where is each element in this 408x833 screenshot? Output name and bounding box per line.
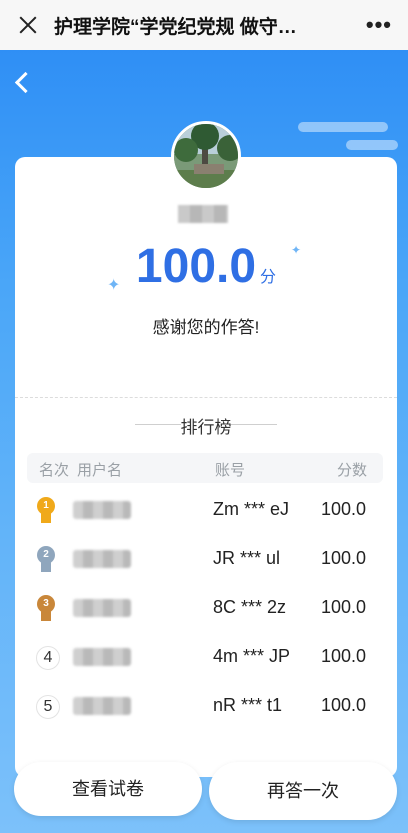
row-score: 100.0 [321, 548, 367, 568]
username-blurred [73, 697, 131, 715]
result-card: ✦ ✦ 100.0 分 感谢您的作答! 排行榜 名次 用户名 账号 分数 1 Zm… [15, 157, 397, 777]
row-account: JR *** ul [213, 548, 281, 568]
row-account: Zm *** eJ [213, 499, 290, 519]
rank-number: 5 [36, 695, 60, 719]
ranking-title: 排行榜 [15, 413, 397, 438]
decorative-cloud [346, 140, 398, 150]
view-paper-button[interactable]: 查看试卷 [14, 762, 202, 816]
rank-number: 4 [36, 646, 60, 670]
ranking-row: 2 JR *** ul 100.0 [27, 536, 383, 584]
thanks-message: 感谢您的作答! [152, 318, 260, 337]
score-display: 100.0 分 [15, 239, 397, 294]
header-score: 分数 [337, 462, 368, 479]
row-account: nR *** t1 [213, 695, 283, 715]
row-score: 100.0 [321, 597, 367, 617]
row-account: 8C *** 2z [213, 597, 287, 617]
row-score: 100.0 [321, 646, 367, 666]
top-nav-bar: 护理学院“学党纪党规 做守… ••• [0, 0, 408, 50]
row-score: 100.0 [321, 499, 367, 519]
silver-medal-icon: 2 [37, 546, 55, 572]
bronze-medal-icon: 3 [37, 595, 55, 621]
close-icon[interactable] [16, 13, 40, 37]
page-title: 护理学院“学党纪党规 做守… [54, 16, 297, 38]
more-options-icon[interactable]: ••• [366, 12, 392, 38]
header-account: 账号 [215, 462, 246, 479]
username-blurred [73, 550, 131, 568]
ranking-row: 5 nR *** t1 100.0 [27, 683, 383, 731]
ranking-row: 1 Zm *** eJ 100.0 [27, 487, 383, 535]
avatar [171, 121, 241, 191]
ranking-table-header: 名次 用户名 账号 分数 [27, 453, 383, 483]
ranking-row: 3 8C *** 2z 100.0 [27, 585, 383, 633]
user-name-blurred [178, 205, 228, 223]
gold-medal-icon: 1 [37, 497, 55, 523]
header-user: 用户名 [77, 462, 123, 479]
score-unit: 分 [260, 269, 277, 286]
row-score: 100.0 [321, 695, 367, 715]
retry-button[interactable]: 再答一次 [209, 762, 397, 820]
username-blurred [73, 599, 131, 617]
ranking-row: 4 4m *** JP 100.0 [27, 634, 383, 682]
username-blurred [73, 648, 131, 666]
score-value: 100.0 [135, 240, 257, 293]
dashed-divider [15, 397, 397, 398]
row-account: 4m *** JP [213, 646, 291, 666]
decorative-cloud [298, 122, 388, 132]
back-arrow-icon[interactable] [10, 70, 34, 94]
header-rank: 名次 [39, 462, 70, 479]
username-blurred [73, 501, 131, 519]
